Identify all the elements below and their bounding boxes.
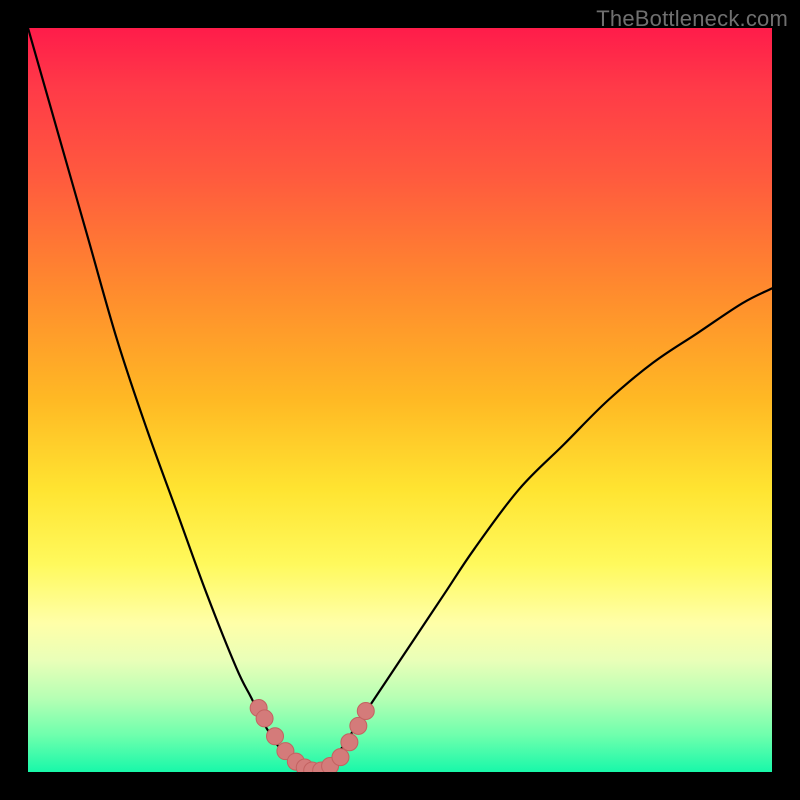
marker-dot: [341, 734, 358, 751]
marker-dot: [256, 710, 273, 727]
curve-left: [28, 28, 311, 772]
marker-dot: [357, 702, 374, 719]
curve-right: [326, 288, 772, 764]
plot-area: [28, 28, 772, 772]
markers: [250, 700, 374, 772]
marker-dot: [267, 728, 284, 745]
marker-dot: [332, 749, 349, 766]
marker-dot: [350, 717, 367, 734]
curves-svg: [28, 28, 772, 772]
watermark-text: TheBottleneck.com: [596, 6, 788, 32]
frame-black: TheBottleneck.com: [0, 0, 800, 800]
